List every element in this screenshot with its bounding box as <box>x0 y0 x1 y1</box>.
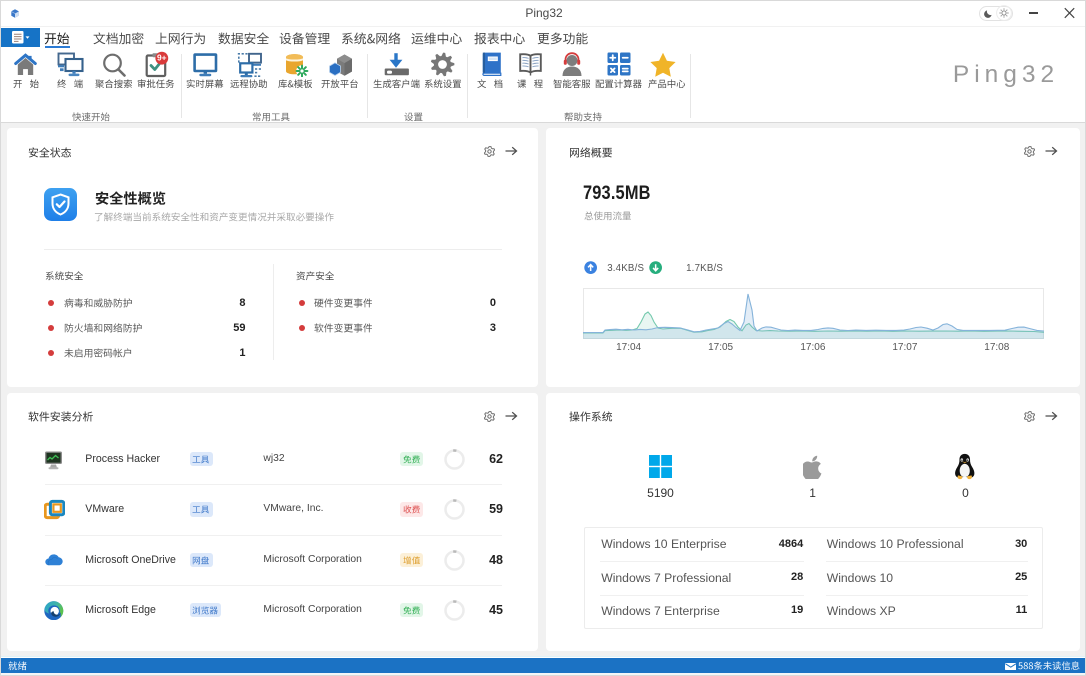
svg-text:9+: 9+ <box>157 53 167 63</box>
